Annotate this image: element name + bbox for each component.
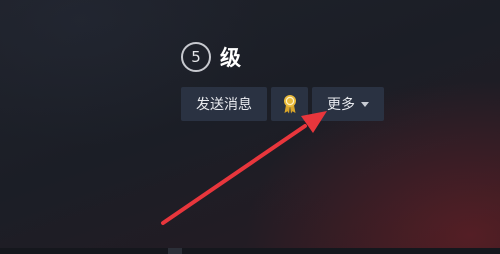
red-pointer-arrow bbox=[161, 111, 327, 225]
bottom-strip-segment bbox=[168, 248, 182, 254]
bottom-strip bbox=[0, 248, 500, 254]
